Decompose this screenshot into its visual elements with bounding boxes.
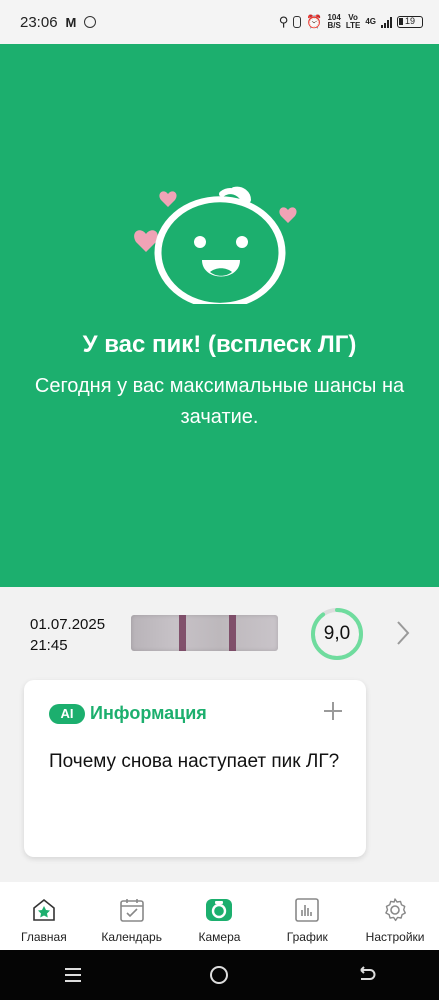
battery-icon: 19 (397, 16, 423, 28)
chevron-right-icon[interactable] (396, 620, 410, 646)
nav-calendar[interactable]: Календарь (88, 882, 176, 950)
peak-subtitle: Сегодня у вас максимальные шансы на зача… (34, 375, 405, 428)
nav-home-label: Главная (21, 930, 67, 944)
vibrate-icon (293, 16, 302, 28)
test-date: 01.07.2025 (30, 616, 106, 633)
signal-icon (381, 16, 392, 28)
test-result-row[interactable]: 01.07.2025 21:45 9,0 (0, 587, 439, 679)
nav-home[interactable]: Главная (0, 882, 88, 950)
home-star-icon (33, 898, 55, 921)
menu-icon[interactable] (62, 966, 84, 984)
gear-icon (385, 898, 407, 922)
info-card[interactable]: AI Информация Почему снова наступает пик… (24, 680, 366, 857)
test-strip-image[interactable] (131, 615, 278, 651)
gmail-icon: M (65, 14, 77, 30)
control-line (179, 615, 186, 651)
test-datetime: 01.07.2025 21:45 (30, 614, 105, 656)
nav-camera-label: Камера (198, 930, 241, 944)
back-icon[interactable] (355, 965, 377, 985)
nav-camera[interactable]: Камера (176, 882, 264, 950)
whatsapp-icon (84, 16, 97, 28)
info-title: Информация (90, 703, 207, 723)
status-left: 23:06 M (20, 13, 97, 31)
alarm-icon: ⏰ (306, 14, 323, 29)
ai-badge: AI (49, 704, 85, 724)
test-line (229, 615, 236, 651)
status-right: ⚲ ⏰ 104 B/S Vo LTE 4G 19 (279, 14, 423, 30)
location-icon: ⚲ (278, 14, 289, 29)
home-circle-icon[interactable] (208, 964, 230, 986)
nav-chart-label: График (286, 930, 328, 944)
battery-level: 19 (404, 16, 415, 26)
score-value: 9,0 (323, 623, 351, 644)
net-speed: 104 B/S (327, 13, 341, 30)
chart-bars-icon (295, 898, 320, 922)
info-question[interactable]: Почему снова наступает пик ЛГ? (49, 748, 349, 776)
system-nav-bar (0, 950, 439, 1000)
volte-indicator: Vo LTE (345, 13, 361, 30)
plus-icon[interactable] (322, 700, 344, 722)
test-time: 21:45 (30, 637, 68, 654)
nav-calendar-label: Календарь (101, 930, 162, 944)
bottom-nav: Главная Календарь Камера График Настройк… (0, 882, 439, 950)
clock: 23:06 (20, 13, 58, 31)
status-bar: 23:06 M ⚲ ⏰ 104 B/S Vo LTE 4G 19 (0, 0, 439, 44)
network-type: 4G (365, 17, 376, 26)
nav-settings[interactable]: Настройки (351, 882, 439, 950)
peak-title: У вас пик! (всплеск ЛГ) (82, 331, 357, 358)
calendar-check-icon (119, 899, 144, 922)
nav-chart[interactable]: График (263, 882, 351, 950)
peak-hero: У вас пик! (всплеск ЛГ) Сегодня у вас ма… (0, 44, 439, 587)
camera-icon (206, 899, 233, 921)
nav-settings-label: Настройки (365, 930, 425, 944)
happy-baby-face-icon (134, 186, 297, 304)
